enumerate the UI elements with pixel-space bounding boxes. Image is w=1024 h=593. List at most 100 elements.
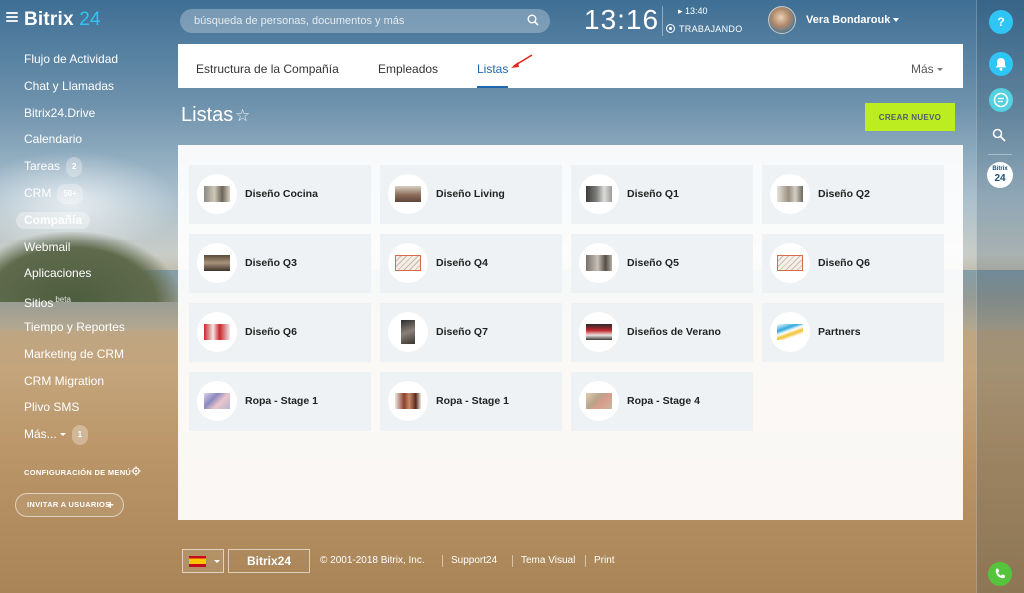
star-icon[interactable]: ☆ (235, 106, 250, 126)
create-new-button[interactable]: CREAR NUEVO (865, 103, 955, 131)
sidebar-item-tareas[interactable]: Tareas 2 (0, 157, 170, 184)
work-status[interactable]: TRABAJANDO (666, 24, 743, 34)
sidebar-item-label: Webmail (24, 239, 71, 254)
play-icon: ▸ (678, 6, 686, 16)
list-thumbnail (388, 174, 428, 214)
list-thumbnail (579, 312, 619, 352)
sidebar-item-aplicaciones[interactable]: Aplicaciones (0, 264, 170, 291)
list-card-label: Diseño Q3 (245, 257, 297, 269)
copyright: © 2001-2018 Bitrix, Inc. (320, 555, 425, 566)
search-input[interactable] (180, 9, 550, 33)
list-thumbnail (770, 174, 810, 214)
spain-flag-icon (189, 556, 206, 567)
list-card[interactable]: Diseño Q3 (189, 234, 371, 293)
sidebar-item-compania[interactable]: Compañía (0, 211, 170, 238)
footer-brand[interactable]: Bitrix24 (228, 549, 310, 573)
sidebar-item-label: Bitrix24.Drive (24, 105, 96, 120)
list-card[interactable]: Diseño Q2 (762, 165, 944, 224)
notifications-button[interactable] (989, 52, 1013, 76)
search-icon[interactable] (527, 14, 539, 26)
list-thumbnail (579, 243, 619, 283)
menu-config-link[interactable]: CONFIGURACIÓN DE MENÚ (24, 468, 131, 477)
red-room-photo-icon (204, 324, 230, 340)
clock: 13:16 (584, 4, 660, 35)
right-rail: ? (976, 0, 1024, 593)
tab-listas[interactable]: Listas (477, 62, 508, 76)
bitrix24-network-button[interactable]: Bitrix 24 (987, 162, 1013, 188)
list-card-label: Diseño Q1 (627, 188, 679, 200)
vertical-photo-icon (401, 320, 415, 344)
sidebar-item-label: Chat y Llamadas (24, 78, 115, 93)
list-card[interactable]: Diseños de Verano (571, 303, 753, 362)
list-card[interactable]: Diseño Q4 (380, 234, 562, 293)
avatar[interactable] (768, 6, 796, 34)
sidebar-item-plivo[interactable]: Plivo SMS (0, 398, 170, 425)
chat-button[interactable] (989, 88, 1013, 112)
sidebar-item-tiempo[interactable]: Tiempo y Reportes (0, 318, 170, 345)
beta-label: beta (55, 295, 71, 305)
help-button[interactable]: ? (989, 10, 1013, 34)
list-card[interactable]: Diseño Cocina (189, 165, 371, 224)
sidebar-item-flujo[interactable]: Flujo de Actividad (0, 50, 170, 77)
search-icon[interactable] (992, 128, 1006, 142)
list-card[interactable]: Diseño Q6 (189, 303, 371, 362)
username[interactable]: Vera Bondarouk (806, 14, 890, 26)
status-dot-icon (666, 24, 675, 33)
footer-link-tema[interactable]: Tema Visual (521, 555, 575, 566)
list-thumbnail (770, 312, 810, 352)
list-card-label: Diseño Q4 (436, 257, 488, 269)
list-card-label: Diseño Q6 (818, 257, 870, 269)
sidebar-item-sitios[interactable]: Sitios beta (0, 291, 170, 318)
list-card[interactable]: Ropa - Stage 1 (189, 372, 371, 431)
gear-icon[interactable] (131, 466, 141, 476)
tab-empleados[interactable]: Empleados (378, 62, 438, 76)
logo-number: 24 (79, 9, 101, 30)
phone-button[interactable] (988, 562, 1012, 586)
sidebar-item-crm[interactable]: CRM 50+ (0, 183, 170, 211)
list-card[interactable]: Diseño Q5 (571, 234, 753, 293)
list-card-label: Ropa - Stage 1 (245, 395, 318, 407)
list-card[interactable]: Ropa - Stage 4 (571, 372, 753, 431)
sidebar-item-calendario[interactable]: Calendario (0, 130, 170, 157)
invite-users-button[interactable]: INVITAR A USUARIOS + (15, 493, 124, 517)
list-card-label: Diseños de Verano (627, 326, 721, 338)
sidebar-item-label: Compañía (16, 211, 91, 229)
clothing-photo-icon (395, 393, 421, 409)
sidebar-item-webmail[interactable]: Webmail (0, 238, 170, 265)
list-thumbnail (388, 243, 428, 283)
list-card[interactable]: Diseño Living (380, 165, 562, 224)
sidebar-item-label: Tiempo y Reportes (24, 319, 125, 334)
list-card[interactable]: Diseño Q7 (380, 303, 562, 362)
sidebar-item-marketing[interactable]: Marketing de CRM (0, 345, 170, 372)
tab-more[interactable]: Más (911, 62, 943, 76)
sidebar-item-chat[interactable]: Chat y Llamadas (0, 77, 170, 104)
chevron-down-icon (936, 68, 943, 71)
clothing-photo-icon (586, 393, 612, 409)
sidebar-item-crm-migration[interactable]: CRM Migration (0, 372, 170, 399)
list-card[interactable]: Partners (762, 303, 944, 362)
sidebar-item-label: Tareas (24, 159, 61, 174)
document-icon (777, 255, 803, 271)
logo[interactable]: Bitrix 24 (24, 9, 101, 31)
tab-estructura[interactable]: Estructura de la Compañía (196, 62, 339, 76)
list-card-label: Diseño Cocina (245, 188, 318, 200)
list-thumbnail (197, 312, 237, 352)
sidebar-item-label: Plivo SMS (24, 400, 80, 415)
sidebar-item-label: Más... (24, 427, 57, 442)
list-card[interactable]: Diseño Q6 (762, 234, 944, 293)
chevron-down-icon[interactable] (893, 18, 899, 22)
lists-grid: Diseño Cocina Diseño Living Diseño Q1 Di… (178, 145, 963, 520)
footer-link-support[interactable]: Support24 (451, 555, 497, 566)
phone-icon (995, 568, 1006, 579)
list-card[interactable]: Ropa - Stage 1 (380, 372, 562, 431)
list-card-label: Partners (818, 326, 861, 338)
sidebar-item-mas[interactable]: Más... 1 (0, 425, 170, 452)
active-tab-underline (477, 86, 508, 88)
menu-burger-icon[interactable] (6, 12, 18, 22)
chevron-down-icon (59, 433, 66, 437)
footer-link-print[interactable]: Print (594, 555, 615, 566)
sidebar-item-label: Aplicaciones (24, 266, 92, 281)
list-card[interactable]: Diseño Q1 (571, 165, 753, 224)
language-selector[interactable] (182, 549, 224, 573)
sidebar-item-drive[interactable]: Bitrix24.Drive (0, 104, 170, 131)
